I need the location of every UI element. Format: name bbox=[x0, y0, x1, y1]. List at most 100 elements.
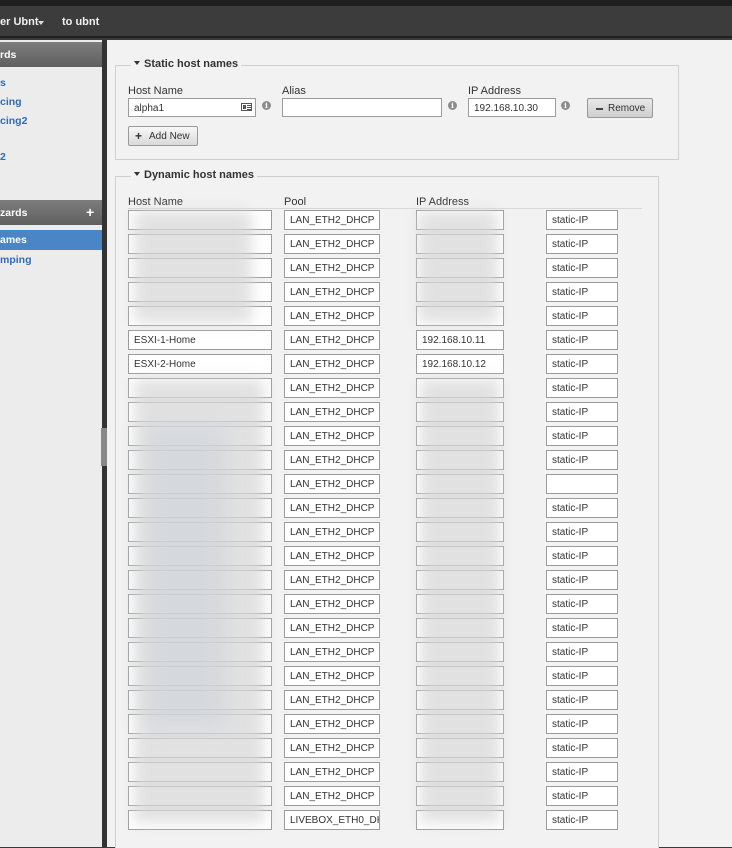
static-ip-field[interactable]: static-IP bbox=[546, 234, 618, 254]
add-new-button[interactable]: + Add New bbox=[128, 126, 198, 146]
pool-field[interactable]: LIVEBOX_ETH0_DH bbox=[284, 810, 380, 830]
ip-address-field[interactable] bbox=[416, 618, 504, 638]
host-name-field[interactable] bbox=[128, 378, 272, 398]
pool-field[interactable]: LAN_ETH2_DHCP bbox=[284, 426, 380, 446]
ip-address-field[interactable] bbox=[416, 522, 504, 542]
ip-address-field[interactable] bbox=[416, 426, 504, 446]
host-name-field[interactable] bbox=[128, 594, 272, 614]
pool-field[interactable]: LAN_ETH2_DHCP bbox=[284, 690, 380, 710]
pool-field[interactable]: LAN_ETH2_DHCP bbox=[284, 210, 380, 230]
static-ip-field[interactable]: static-IP bbox=[546, 258, 618, 278]
static-ip-field[interactable]: static-IP bbox=[546, 210, 618, 230]
pool-field[interactable]: LAN_ETH2_DHCP bbox=[284, 666, 380, 686]
sidebar-link[interactable]: s bbox=[0, 77, 6, 89]
host-name-field[interactable] bbox=[128, 474, 272, 494]
static-ip-field[interactable] bbox=[546, 474, 618, 494]
static-ip-field[interactable]: static-IP bbox=[546, 378, 618, 398]
pool-field[interactable]: LAN_ETH2_DHCP bbox=[284, 498, 380, 518]
host-name-field[interactable] bbox=[128, 258, 272, 278]
static-ip-field[interactable]: static-IP bbox=[546, 690, 618, 710]
host-name-field[interactable] bbox=[128, 282, 272, 302]
host-name-field[interactable] bbox=[128, 714, 272, 734]
ip-address-field[interactable] bbox=[416, 234, 504, 254]
static-ip-field[interactable]: static-IP bbox=[546, 546, 618, 566]
static-ip-field[interactable]: static-IP bbox=[546, 402, 618, 422]
static-ip-field[interactable]: static-IP bbox=[546, 762, 618, 782]
host-name-field[interactable] bbox=[128, 810, 272, 830]
sidebar-link[interactable]: cing2 bbox=[0, 115, 27, 127]
static-ip-field[interactable]: static-IP bbox=[546, 810, 618, 830]
host-name-field[interactable] bbox=[128, 306, 272, 326]
sidebar-link[interactable]: cing bbox=[0, 96, 22, 108]
static-ip-field[interactable]: static-IP bbox=[546, 306, 618, 326]
collapse-icon[interactable] bbox=[134, 61, 140, 65]
pool-field[interactable]: LAN_ETH2_DHCP bbox=[284, 258, 380, 278]
ip-address-field[interactable] bbox=[416, 762, 504, 782]
pool-field[interactable]: LAN_ETH2_DHCP bbox=[284, 474, 380, 494]
static-ip-field[interactable]: static-IP bbox=[546, 426, 618, 446]
pool-field[interactable]: LAN_ETH2_DHCP bbox=[284, 546, 380, 566]
pool-field[interactable]: LAN_ETH2_DHCP bbox=[284, 330, 380, 350]
router-menu[interactable]: er Ubnt bbox=[0, 16, 39, 28]
host-name-field[interactable] bbox=[128, 522, 272, 542]
pool-field[interactable]: LAN_ETH2_DHCP bbox=[284, 786, 380, 806]
host-name-field[interactable] bbox=[128, 618, 272, 638]
host-name-field[interactable]: ESXI-1-Home bbox=[128, 330, 272, 350]
pool-field[interactable]: LAN_ETH2_DHCP bbox=[284, 378, 380, 398]
ip-address-field[interactable] bbox=[416, 450, 504, 470]
ip-address-field[interactable] bbox=[416, 210, 504, 230]
chevron-down-icon[interactable] bbox=[38, 21, 44, 25]
host-name-field[interactable] bbox=[128, 570, 272, 590]
pool-field[interactable]: LAN_ETH2_DHCP bbox=[284, 450, 380, 470]
ip-address-field[interactable] bbox=[416, 546, 504, 566]
pool-field[interactable]: LAN_ETH2_DHCP bbox=[284, 354, 380, 374]
dynamic-legend[interactable]: Dynamic host names bbox=[131, 169, 258, 181]
static-ip-field[interactable]: static-IP bbox=[546, 354, 618, 374]
pool-field[interactable]: LAN_ETH2_DHCP bbox=[284, 282, 380, 302]
ip-address-field[interactable] bbox=[416, 498, 504, 518]
contact-card-icon[interactable] bbox=[241, 103, 252, 111]
static-ip-field[interactable]: static-IP bbox=[546, 642, 618, 662]
host-name-field[interactable] bbox=[128, 402, 272, 422]
static-ip-field[interactable]: static-IP bbox=[546, 282, 618, 302]
wizards-header[interactable]: zards + bbox=[0, 200, 102, 225]
static-legend[interactable]: Static host names bbox=[131, 58, 242, 70]
info-icon[interactable]: i bbox=[561, 101, 570, 110]
host-name-field[interactable] bbox=[128, 450, 272, 470]
static-ip-field[interactable]: static-IP bbox=[546, 522, 618, 542]
sidebar-link[interactable]: mping bbox=[0, 254, 32, 266]
static-ip-field[interactable]: static-IP bbox=[546, 570, 618, 590]
sidebar-header[interactable]: rds bbox=[0, 42, 102, 67]
static-ip-field[interactable]: static-IP bbox=[546, 450, 618, 470]
pool-field[interactable]: LAN_ETH2_DHCP bbox=[284, 306, 380, 326]
ip-address-field[interactable] bbox=[416, 642, 504, 662]
host-name-input[interactable]: alpha1 bbox=[128, 98, 256, 117]
ip-address-field[interactable] bbox=[416, 570, 504, 590]
static-ip-field[interactable]: static-IP bbox=[546, 738, 618, 758]
ip-address-field[interactable] bbox=[416, 282, 504, 302]
host-name-field[interactable] bbox=[128, 546, 272, 566]
pool-field[interactable]: LAN_ETH2_DHCP bbox=[284, 522, 380, 542]
sidebar-link[interactable]: 2 bbox=[0, 151, 6, 163]
static-ip-field[interactable]: static-IP bbox=[546, 330, 618, 350]
pool-field[interactable]: LAN_ETH2_DHCP bbox=[284, 402, 380, 422]
host-name-field[interactable] bbox=[128, 426, 272, 446]
pool-field[interactable]: LAN_ETH2_DHCP bbox=[284, 762, 380, 782]
remove-button[interactable]: Remove bbox=[587, 98, 653, 118]
pool-field[interactable]: LAN_ETH2_DHCP bbox=[284, 738, 380, 758]
pool-field[interactable]: LAN_ETH2_DHCP bbox=[284, 570, 380, 590]
host-name-field[interactable]: ESXI-2-Home bbox=[128, 354, 272, 374]
ip-address-field[interactable] bbox=[416, 786, 504, 806]
pool-field[interactable]: LAN_ETH2_DHCP bbox=[284, 642, 380, 662]
ip-address-field[interactable] bbox=[416, 666, 504, 686]
pool-field[interactable]: LAN_ETH2_DHCP bbox=[284, 714, 380, 734]
ip-address-field[interactable] bbox=[416, 378, 504, 398]
static-ip-field[interactable]: static-IP bbox=[546, 666, 618, 686]
info-icon[interactable]: i bbox=[448, 101, 457, 110]
static-ip-field[interactable]: static-IP bbox=[546, 786, 618, 806]
static-ip-field[interactable]: static-IP bbox=[546, 714, 618, 734]
ip-address-field[interactable] bbox=[416, 810, 504, 830]
add-icon[interactable]: + bbox=[86, 204, 94, 220]
ip-address-field[interactable]: 192.168.10.11 bbox=[416, 330, 504, 350]
pool-field[interactable]: LAN_ETH2_DHCP bbox=[284, 234, 380, 254]
